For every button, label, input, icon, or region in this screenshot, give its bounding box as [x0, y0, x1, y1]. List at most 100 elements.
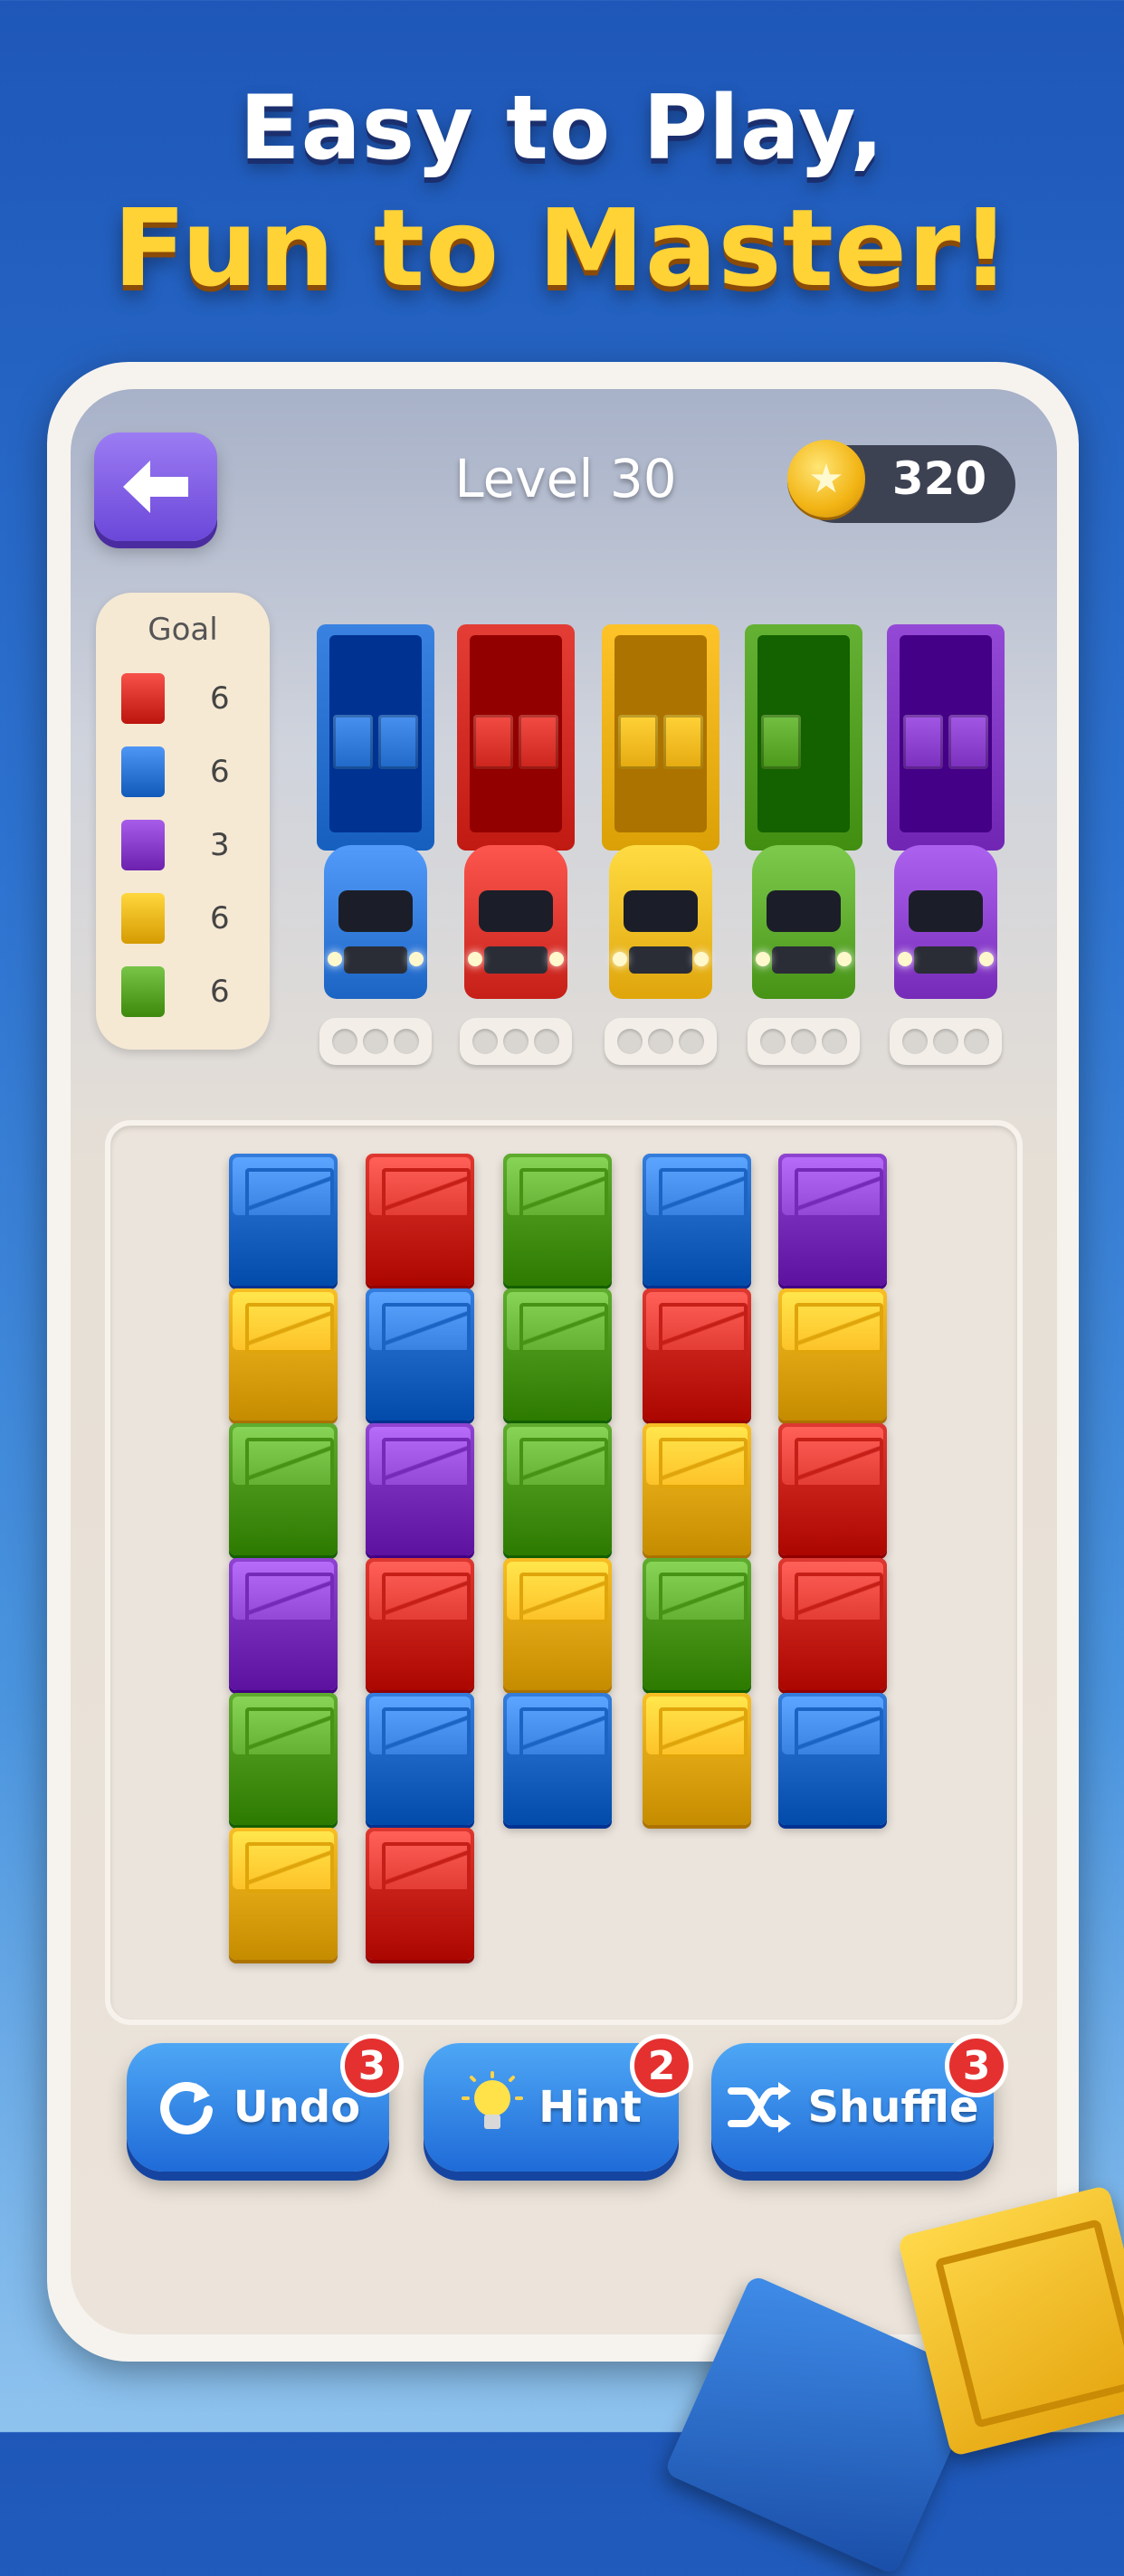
crate-yellow[interactable] [778, 1288, 887, 1421]
crate-plank-pattern [382, 1438, 471, 1488]
crate-blue[interactable] [366, 1288, 474, 1421]
goal-count: 6 [210, 754, 230, 790]
headlight [694, 952, 709, 966]
crate-blue[interactable] [503, 1693, 612, 1825]
crate-red[interactable] [778, 1423, 887, 1555]
truck-blue[interactable] [317, 624, 434, 1003]
crate-green[interactable] [229, 1693, 338, 1825]
truck-slot-indicator [890, 1018, 1002, 1065]
crate-lid [646, 1697, 748, 1758]
crate-plank-pattern [659, 1438, 748, 1488]
truck-slot-indicator [319, 1018, 432, 1065]
truck-purple[interactable] [887, 624, 1005, 1003]
back-button[interactable] [94, 433, 217, 541]
goal-crate-icon [121, 966, 165, 1017]
lightbulb-icon [462, 2071, 524, 2129]
truck-bed [317, 624, 434, 851]
truck-grille [484, 946, 548, 974]
truck-bed [457, 624, 575, 851]
crate-green[interactable] [503, 1423, 612, 1555]
slot-dot [902, 1029, 928, 1054]
truck-bed [887, 624, 1005, 851]
loaded-crate [948, 715, 988, 769]
slot-dot [363, 1029, 388, 1054]
crate-purple[interactable] [229, 1558, 338, 1690]
headlight [549, 952, 564, 966]
crate-purple[interactable] [778, 1154, 887, 1286]
crate-blue[interactable] [366, 1693, 474, 1825]
crate-red[interactable] [643, 1288, 751, 1421]
crate-lid [507, 1697, 608, 1758]
slot-dot [648, 1029, 673, 1054]
crate-lid [782, 1427, 883, 1488]
loaded-crate [519, 715, 558, 769]
undo-count-badge: 3 [340, 2034, 404, 2097]
crate-blue[interactable] [778, 1693, 887, 1825]
slot-dot [791, 1029, 816, 1054]
crate-plank-pattern [519, 1303, 608, 1354]
crate-blue[interactable] [229, 1154, 338, 1286]
crate-green[interactable] [503, 1154, 612, 1286]
goal-crate-icon [121, 820, 165, 870]
goal-count: 6 [210, 974, 230, 1010]
crate-plank-pattern [245, 1842, 334, 1893]
crate-plank-pattern [382, 1573, 471, 1623]
crate-lid [507, 1562, 608, 1623]
goal-crate-icon [121, 673, 165, 724]
loaded-crate [333, 715, 373, 769]
crate-plank-pattern [659, 1303, 748, 1354]
crate-blue[interactable] [643, 1154, 751, 1286]
crate-red[interactable] [778, 1558, 887, 1690]
slot-dot [679, 1029, 704, 1054]
slot-dot [394, 1029, 419, 1054]
headlight [613, 952, 627, 966]
goal-item-red: 6 [121, 670, 257, 726]
headlight [409, 952, 424, 966]
crate-yellow[interactable] [503, 1558, 612, 1690]
crate-purple[interactable] [366, 1423, 474, 1555]
crate-red[interactable] [366, 1558, 474, 1690]
crate-plank-pattern [382, 1168, 471, 1219]
truck-red[interactable] [457, 624, 575, 1003]
goal-count: 6 [210, 900, 230, 936]
crate-yellow[interactable] [229, 1288, 338, 1421]
crate-lid [233, 1427, 334, 1488]
crate-plank-pattern [382, 1842, 471, 1893]
crate-lid [507, 1427, 608, 1488]
hint-count-badge: 2 [630, 2034, 693, 2097]
crate-yellow[interactable] [643, 1693, 751, 1825]
crate-green[interactable] [229, 1423, 338, 1555]
hint-label: Hint [538, 2082, 642, 2133]
crate-lid [233, 1292, 334, 1354]
loaded-crate [663, 715, 703, 769]
truck-cab [609, 845, 712, 999]
crate-plank-pattern [245, 1168, 334, 1219]
truck-cab [752, 845, 855, 999]
crate-yellow[interactable] [643, 1423, 751, 1555]
crate-plank-pattern [519, 1707, 608, 1758]
crate-lid [369, 1562, 471, 1623]
truck-yellow[interactable] [602, 624, 719, 1003]
slot-dot [472, 1029, 498, 1054]
crate-red[interactable] [366, 1154, 474, 1286]
crate-green[interactable] [503, 1288, 612, 1421]
truck-grille [914, 946, 977, 974]
truck-green[interactable] [745, 624, 862, 1003]
goal-title: Goal [148, 612, 218, 648]
goal-count: 3 [210, 827, 230, 863]
truck-windshield [624, 890, 698, 932]
crate-red[interactable] [366, 1828, 474, 1960]
loaded-crate [618, 715, 658, 769]
crate-yellow[interactable] [229, 1828, 338, 1960]
loaded-crate [473, 715, 513, 769]
crate-plank-pattern [659, 1707, 748, 1758]
shuffle-icon [728, 2082, 792, 2133]
crate-green[interactable] [643, 1558, 751, 1690]
crate-lid [646, 1157, 748, 1219]
loaded-crate [903, 715, 943, 769]
truck-bed [602, 624, 719, 851]
undo-label: Undo [233, 2082, 361, 2133]
slot-dot [964, 1029, 989, 1054]
crate-lid [782, 1562, 883, 1623]
truck-cab [324, 845, 427, 999]
